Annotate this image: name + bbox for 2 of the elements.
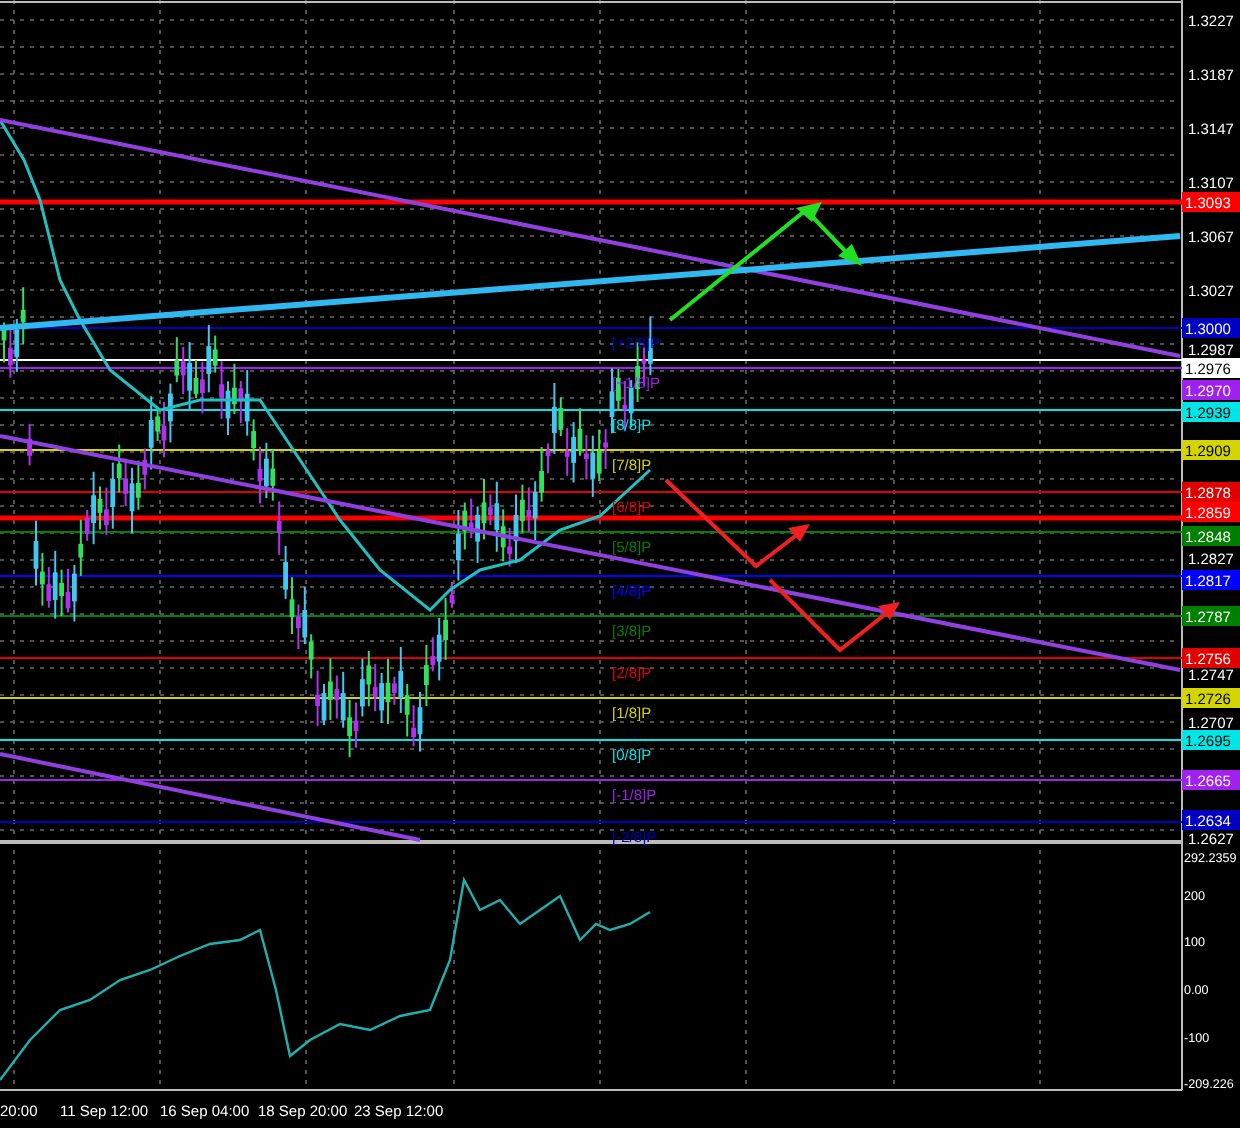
forecast-arrow [768,578,900,653]
candlestick [27,422,32,467]
